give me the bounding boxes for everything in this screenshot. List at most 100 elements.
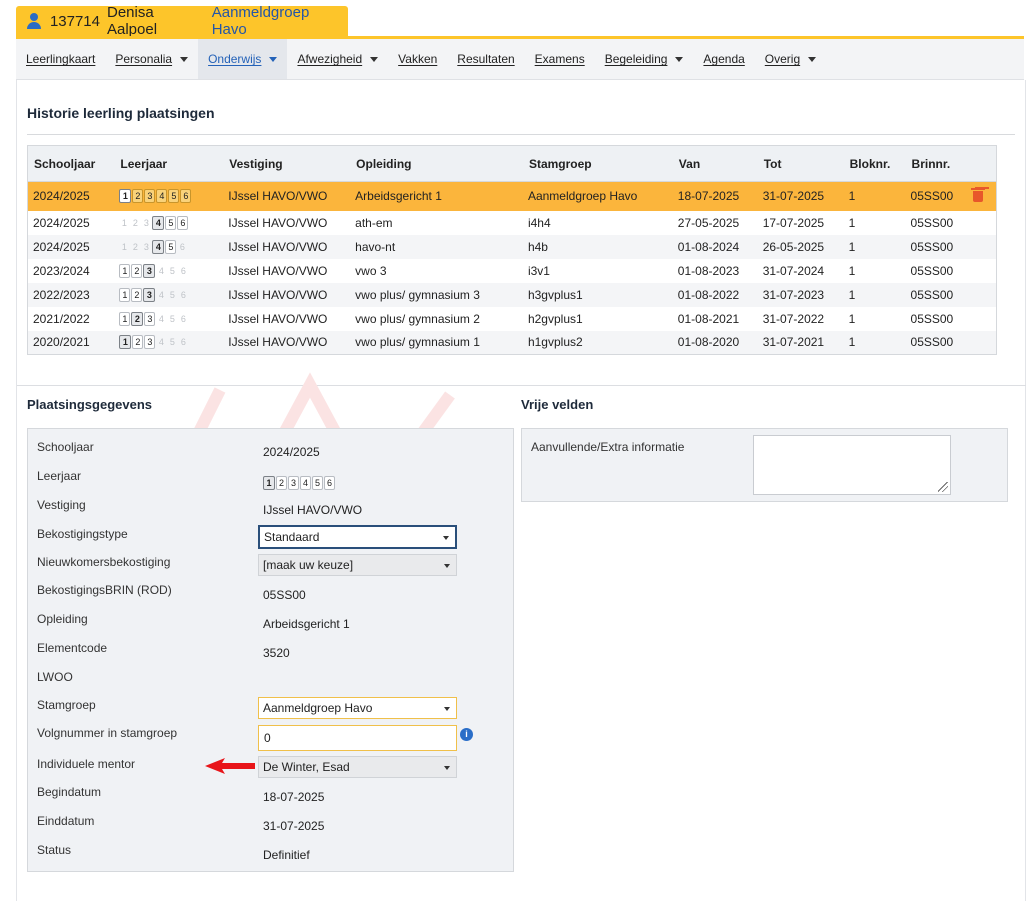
nav-item-leerlingkaart[interactable]: Leerlingkaart bbox=[16, 39, 105, 79]
nav-item-resultaten[interactable]: Resultaten bbox=[447, 39, 524, 79]
cell-schooljaar: 2024/2025 bbox=[27, 234, 115, 259]
table-row[interactable]: 2022/2023 1 2 3 4 5 6 IJssel HAVO/VWO vwo plus/ … bbox=[27, 282, 997, 307]
table-row[interactable]: 2024/2025 1 2 3 4 5 6 IJssel HAVO/VWO Arbeidsger… bbox=[27, 181, 997, 211]
table-row[interactable]: 2020/2021 1 2 3 4 5 6 IJssel HAVO/VWO vwo plus/ … bbox=[27, 330, 997, 355]
trash-icon[interactable] bbox=[971, 187, 986, 203]
column-header-van: Van bbox=[672, 145, 758, 182]
cell-van: 01-08-2024 bbox=[672, 234, 758, 259]
cell-tot: 31-07-2022 bbox=[762, 311, 825, 326]
leerjaar-2: 2 bbox=[132, 189, 144, 204]
table-row[interactable]: 2021/2022 1 2 3 4 5 6 IJssel HAVO/VWO vwo plus/ … bbox=[28, 307, 997, 331]
leerjaar-6: 6 bbox=[180, 265, 186, 276]
cell-vestiging: IJssel HAVO/VWO bbox=[223, 282, 351, 307]
leerjaar-2: 2 bbox=[132, 335, 144, 350]
cell-leerjaar: 123456 bbox=[114, 282, 224, 307]
cell-vestiging: IJssel HAVO/VWO bbox=[223, 234, 351, 259]
stamgroep-select[interactable]: Aanmeldgroep Havo bbox=[258, 697, 457, 719]
brin-label: BekostigingsBRIN (ROD) bbox=[37, 583, 172, 597]
plaatsing-title: Plaatsingsgegevens bbox=[27, 397, 152, 412]
nav-item-label: Afwezigheid bbox=[297, 52, 363, 66]
cell-actions bbox=[966, 307, 996, 331]
nav-item-vakken[interactable]: Vakken bbox=[388, 39, 447, 79]
cell-vestiging: IJssel HAVO/VWO bbox=[223, 330, 351, 355]
leerjaar-2: 2 bbox=[131, 263, 143, 278]
nav-item-onderwijs[interactable]: Onderwijs bbox=[198, 39, 288, 79]
caret-down-icon bbox=[269, 56, 278, 62]
leerjaar-5: 5 bbox=[169, 265, 175, 276]
volgnummer-input[interactable]: 0 bbox=[258, 725, 457, 751]
nieuwkomers-select[interactable]: [maak uw keuze] bbox=[258, 554, 457, 576]
einddatum-label: Einddatum bbox=[37, 814, 95, 828]
cell-vestiging: IJssel HAVO/VWO bbox=[228, 215, 328, 230]
leerjaar-2: 2 bbox=[131, 287, 143, 302]
history-table: Schooljaar Leerjaar Vestiging Opleiding Stam… bbox=[27, 145, 997, 355]
nav-item-agenda[interactable]: Agenda bbox=[693, 39, 754, 79]
caret-down-icon bbox=[675, 56, 684, 62]
mentor-select[interactable]: De Winter, Esad bbox=[258, 756, 457, 778]
nav-item-overig[interactable]: Overig bbox=[755, 39, 826, 79]
nieuwkomers-label: Nieuwkomersbekostiging bbox=[37, 555, 171, 569]
student-tab[interactable]: 137714 Denisa Aalpoel Aanmeldgroep Havo bbox=[16, 4, 348, 38]
leerjaar-5: 5 bbox=[169, 337, 175, 348]
opleiding-value: Arbeidsgericht 1 bbox=[263, 617, 350, 631]
cell-stamgroep: h1gvplus2 bbox=[522, 330, 673, 355]
student-group: Aanmeldgroep Havo bbox=[211, 4, 310, 38]
user-icon bbox=[26, 13, 42, 29]
status-label: Status bbox=[37, 843, 72, 857]
cell-bloknr: 1 bbox=[848, 311, 856, 326]
red-pointer-arrow-icon bbox=[205, 758, 255, 774]
lwoo-label: LWOO bbox=[37, 670, 73, 684]
resize-grip-icon[interactable] bbox=[938, 482, 948, 492]
table-row[interactable]: 2024/2025 1 2 3 4 5 6 IJssel HAVO/VWO havo-nt h4b… bbox=[27, 234, 997, 259]
nav-item-label: Begeleiding bbox=[604, 52, 668, 66]
nav-item-afwezigheid[interactable]: Afwezigheid bbox=[287, 39, 388, 79]
cell-tot: 26-05-2025 bbox=[757, 234, 844, 259]
history-title: Historie leerling plaatsingen bbox=[27, 105, 215, 121]
nav-item-label: Onderwijs bbox=[208, 52, 262, 66]
einddatum-value: 31-07-2025 bbox=[263, 819, 325, 833]
nav-item-label: Vakken bbox=[398, 52, 438, 66]
vestiging-label: Vestiging bbox=[37, 498, 86, 512]
cell-actions bbox=[966, 181, 997, 211]
leerjaar-4: 4 bbox=[158, 289, 164, 300]
extra-info-textarea[interactable] bbox=[753, 435, 951, 495]
vrije-velden-title: Vrije velden bbox=[521, 397, 594, 412]
cell-tot: 31-07-2023 bbox=[757, 282, 844, 307]
caret-down-icon bbox=[180, 56, 189, 62]
cell-vestiging: IJssel HAVO/VWO bbox=[228, 311, 328, 326]
elementcode-label: Elementcode bbox=[37, 641, 108, 655]
nav-item-label: Resultaten bbox=[457, 52, 515, 66]
cell-bloknr: 1 bbox=[848, 263, 856, 278]
cell-actions bbox=[966, 259, 996, 283]
leerjaar-6: 6 bbox=[177, 215, 189, 230]
cell-actions bbox=[966, 330, 997, 355]
caret-down-icon bbox=[370, 56, 379, 62]
leerjaar-indicator: 123456 bbox=[119, 189, 223, 204]
bekostigingstype-select[interactable]: Standaard bbox=[258, 525, 457, 549]
main-nav: Leerlingkaart Personalia Onderwijs Afwezigh… bbox=[16, 39, 1024, 80]
nav-item-personalia[interactable]: Personalia bbox=[105, 39, 198, 79]
cell-van: 18-07-2025 bbox=[672, 181, 758, 211]
nav-item-begeleiding[interactable]: Begeleiding bbox=[595, 39, 694, 79]
leerjaar-1: 1 bbox=[119, 335, 132, 350]
cell-tot: 31-07-2025 bbox=[757, 181, 844, 211]
table-row[interactable]: 2024/2025 1 2 3 4 5 6 IJssel HAVO/VWO ath-em i4h4… bbox=[28, 211, 997, 235]
cell-leerjaar: 123456 bbox=[114, 259, 223, 283]
extra-info-label: Aanvullende/Extra informatie bbox=[531, 440, 685, 454]
cell-leerjaar: 123456 bbox=[114, 211, 223, 235]
student-name: Denisa Aalpoel bbox=[107, 4, 158, 38]
leerjaar-3: 3 bbox=[143, 241, 149, 252]
table-row[interactable]: 2023/2024 1 2 3 4 5 6 IJssel HAVO/VWO vwo 3 i3v1 0… bbox=[28, 259, 997, 283]
column-header-brinnr: Brinnr. bbox=[905, 145, 967, 182]
cell-leerjaar: 123456 bbox=[114, 234, 224, 259]
column-header-schooljaar: Schooljaar bbox=[27, 145, 115, 182]
nav-item-label: Agenda bbox=[703, 52, 745, 66]
nav-item-examens[interactable]: Examens bbox=[525, 39, 595, 79]
bekostigingstype-label: Bekostigingstype bbox=[37, 527, 128, 541]
info-icon[interactable]: i bbox=[460, 728, 473, 741]
cell-opleiding: vwo plus/ gymnasium 2 bbox=[355, 311, 480, 326]
column-header-vestiging: Vestiging bbox=[223, 145, 351, 182]
cell-brinnr: 05SS00 bbox=[905, 330, 967, 355]
leerjaar-3: 3 bbox=[288, 476, 299, 490]
cell-bloknr: 1 bbox=[848, 215, 856, 230]
